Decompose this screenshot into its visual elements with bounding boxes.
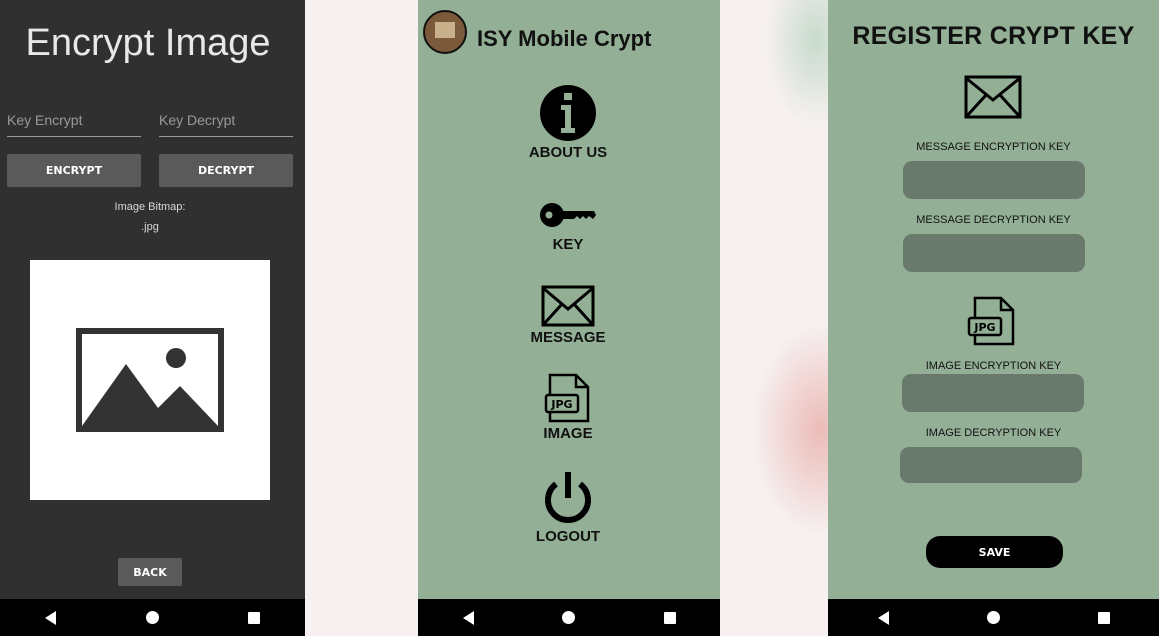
power-icon xyxy=(545,472,591,523)
menu-item-about-us[interactable]: ABOUT US xyxy=(418,84,718,161)
app-title: ISY Mobile Crypt xyxy=(477,26,652,51)
nav-recents-icon xyxy=(1097,611,1110,624)
page-title: Encrypt Image xyxy=(25,22,271,64)
system-nav-bar xyxy=(828,599,1159,636)
nav-home-icon xyxy=(986,611,1000,624)
nav-home-button[interactable] xyxy=(549,599,589,636)
key-decrypt-input[interactable]: Key Decrypt xyxy=(159,112,293,137)
nav-recents-button[interactable] xyxy=(234,599,274,636)
key-icon xyxy=(540,203,596,227)
menu-label-image: IMAGE xyxy=(543,425,593,442)
file-extension: .jpg xyxy=(141,221,159,233)
image-preview[interactable] xyxy=(30,260,270,500)
jpg-file-icon: JPG xyxy=(544,373,590,423)
key-encrypt-placeholder: Key Encrypt xyxy=(7,112,83,128)
nav-home-icon xyxy=(562,611,576,624)
key-decrypt-placeholder: Key Decrypt xyxy=(159,112,236,128)
menu-item-image[interactable]: JPG IMAGE xyxy=(418,373,718,442)
nav-back-button[interactable] xyxy=(863,599,903,636)
nav-back-icon xyxy=(45,610,57,625)
menu-item-message[interactable]: MESSAGE xyxy=(418,285,718,346)
avatar[interactable] xyxy=(423,10,467,54)
bitmap-label: Image Bitmap: xyxy=(114,201,186,213)
nav-recents-button[interactable] xyxy=(1084,599,1124,636)
menu-item-key[interactable]: KEY xyxy=(418,198,718,253)
background-blur xyxy=(720,0,828,636)
nav-home-button[interactable] xyxy=(132,599,172,636)
menu-item-logout[interactable]: LOGOUT xyxy=(418,470,718,545)
message-decryption-key-input[interactable] xyxy=(903,234,1085,272)
save-button[interactable]: SAVE xyxy=(926,536,1063,568)
nav-back-button[interactable] xyxy=(448,599,488,636)
image-encryption-key-label: IMAGE ENCRYPTION KEY xyxy=(925,360,1062,372)
back-button[interactable]: BACK xyxy=(118,558,182,586)
nav-recents-icon xyxy=(248,611,261,624)
encrypt-button[interactable]: ENCRYPT xyxy=(7,154,141,187)
main-menu-screen: ISY Mobile Crypt ABOUT US KEY MESSAGE JP… xyxy=(418,0,720,636)
nav-recents-icon xyxy=(663,611,676,624)
image-placeholder-icon xyxy=(76,328,224,432)
system-nav-bar xyxy=(0,599,305,636)
nav-home-button[interactable] xyxy=(973,599,1013,636)
envelope-icon xyxy=(541,285,595,327)
page-title: REGISTER CRYPT KEY xyxy=(852,22,1135,50)
nav-home-icon xyxy=(145,611,159,624)
envelope-icon xyxy=(964,75,1022,119)
nav-back-icon xyxy=(462,610,474,625)
message-decryption-key-label: MESSAGE DECRYPTION KEY xyxy=(916,214,1071,226)
message-encryption-key-label: MESSAGE ENCRYPTION KEY xyxy=(916,141,1071,153)
decrypt-button[interactable]: DECRYPT xyxy=(159,154,293,187)
svg-text:JPG: JPG xyxy=(973,321,995,334)
register-crypt-key-screen: REGISTER CRYPT KEY MESSAGE ENCRYPTION KE… xyxy=(828,0,1159,636)
encrypt-image-screen: Encrypt Image Key Encrypt Key Decrypt EN… xyxy=(0,0,305,636)
image-decryption-key-label: IMAGE DECRYPTION KEY xyxy=(925,427,1062,439)
image-decryption-key-input[interactable] xyxy=(900,447,1082,483)
nav-recents-button[interactable] xyxy=(650,599,690,636)
menu-label-key: KEY xyxy=(552,236,584,253)
menu-label-logout: LOGOUT xyxy=(535,528,601,545)
menu-label-message: MESSAGE xyxy=(530,329,606,346)
message-encryption-key-input[interactable] xyxy=(903,161,1085,199)
key-encrypt-input[interactable]: Key Encrypt xyxy=(7,112,141,137)
nav-back-icon xyxy=(877,610,889,625)
menu-label-about-us: ABOUT US xyxy=(528,144,608,161)
system-nav-bar xyxy=(418,599,720,636)
jpg-file-icon: JPG xyxy=(967,296,1015,346)
image-encryption-key-input[interactable] xyxy=(902,374,1084,412)
svg-text:JPG: JPG xyxy=(550,398,572,411)
info-icon xyxy=(540,85,596,141)
nav-back-button[interactable] xyxy=(31,599,71,636)
